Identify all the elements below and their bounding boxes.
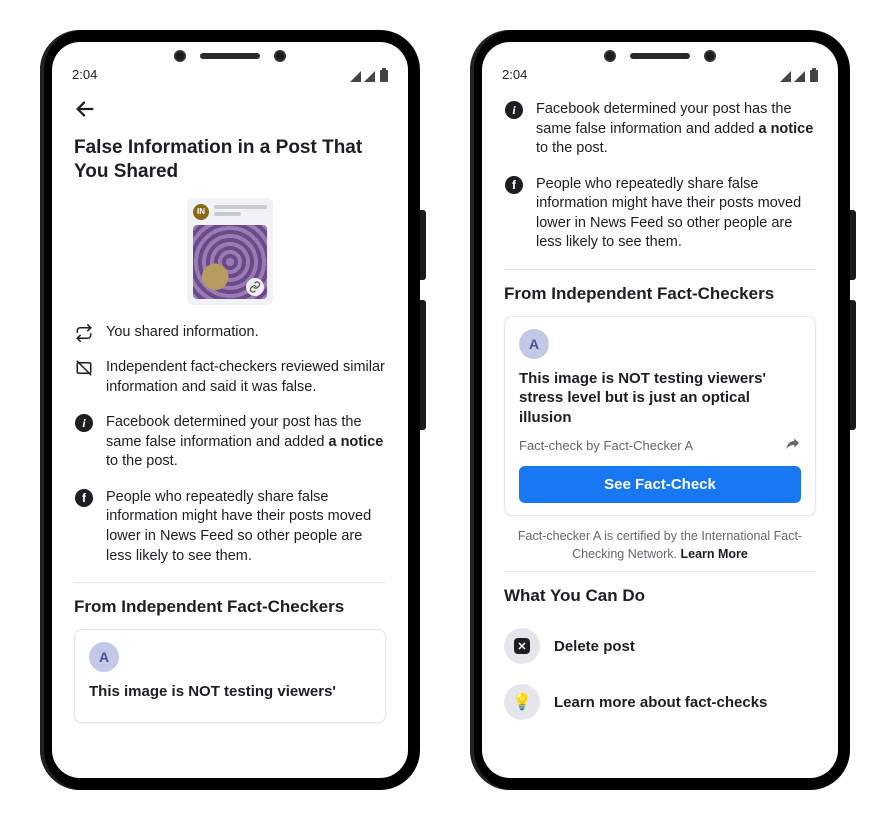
phone-notch <box>174 50 286 62</box>
info-row-repeat: f People who repeatedly share false info… <box>504 175 816 253</box>
info-row-shared: You shared information. <box>74 323 386 343</box>
battery-icon <box>810 70 818 82</box>
image-slash-icon <box>74 358 94 397</box>
info-icon: i <box>504 100 524 159</box>
status-time: 2:04 <box>502 67 527 82</box>
info-text: You shared information. <box>106 323 259 343</box>
wifi-icon <box>780 71 791 82</box>
delete-icon: ✕ <box>504 628 540 664</box>
retweet-icon <box>74 323 94 343</box>
section-fact-checkers: From Independent Fact-Checkers <box>74 597 386 617</box>
info-text: People who repeatedly share false inform… <box>536 175 816 253</box>
fact-check-byline: Fact-check by Fact-Checker A <box>519 438 693 453</box>
info-text: Facebook determined your post has the sa… <box>536 100 816 159</box>
action-label: Learn more about fact-checks <box>554 694 767 711</box>
info-row-notice: i Facebook determined your post has the … <box>74 413 386 472</box>
shared-post-thumbnail[interactable]: IN <box>187 198 273 305</box>
status-indicators <box>780 70 818 82</box>
fact-check-card[interactable]: A This image is NOT testing viewers' <box>74 629 386 723</box>
wifi-icon <box>350 71 361 82</box>
phone-screen: 2:04 i Facebook determined your post has… <box>482 42 838 778</box>
battery-icon <box>380 70 388 82</box>
fact-check-card: A This image is NOT testing viewers' str… <box>504 316 816 517</box>
info-text: Independent fact-checkers reviewed simil… <box>106 358 386 397</box>
divider <box>74 582 386 583</box>
info-icon: i <box>74 413 94 472</box>
info-row-reviewed: Independent fact-checkers reviewed simil… <box>74 358 386 397</box>
info-text: Facebook determined your post has the sa… <box>106 413 386 472</box>
fact-checker-avatar: A <box>89 642 119 672</box>
phone-screen: 2:04 False Information in a Post That Yo… <box>52 42 408 778</box>
learn-more-action[interactable]: 💡 Learn more about fact-checks <box>504 674 816 730</box>
phone-notch <box>604 50 716 62</box>
share-button[interactable] <box>785 435 801 456</box>
learn-more-link[interactable]: Learn More <box>680 547 747 561</box>
lightbulb-icon: 💡 <box>504 684 540 720</box>
status-time: 2:04 <box>72 67 97 82</box>
signal-icon <box>364 71 375 82</box>
info-text: People who repeatedly share false inform… <box>106 488 386 566</box>
fact-check-title: This image is NOT testing viewers' <box>89 682 371 702</box>
post-author-avatar: IN <box>193 204 209 220</box>
fact-check-title: This image is NOT testing viewers' stres… <box>519 369 801 428</box>
info-row-notice: i Facebook determined your post has the … <box>504 100 816 159</box>
status-bar: 2:04 <box>482 42 838 86</box>
fact-checker-avatar: A <box>519 329 549 359</box>
status-indicators <box>350 70 388 82</box>
back-button[interactable] <box>74 94 386 136</box>
certification-note: Fact-checker A is certified by the Inter… <box>508 528 812 563</box>
divider <box>504 571 816 572</box>
section-fact-checkers: From Independent Fact-Checkers <box>504 284 816 304</box>
share-icon <box>785 435 801 451</box>
page-title: False Information in a Post That You Sha… <box>74 136 386 184</box>
delete-post-action[interactable]: ✕ Delete post <box>504 618 816 674</box>
phone-mockup-right: 2:04 i Facebook determined your post has… <box>470 30 850 790</box>
info-row-repeat: f People who repeatedly share false info… <box>74 488 386 566</box>
link-icon <box>246 278 264 296</box>
facebook-icon: f <box>504 175 524 253</box>
action-label: Delete post <box>554 638 635 655</box>
status-bar: 2:04 <box>52 42 408 86</box>
divider <box>504 269 816 270</box>
post-image <box>193 225 267 299</box>
see-fact-check-button[interactable]: See Fact-Check <box>519 466 801 503</box>
arrow-left-icon <box>74 98 96 120</box>
post-text-placeholder <box>214 205 267 219</box>
facebook-icon: f <box>74 488 94 566</box>
section-what-you-can-do: What You Can Do <box>504 586 816 606</box>
phone-mockup-left: 2:04 False Information in a Post That Yo… <box>40 30 420 790</box>
signal-icon <box>794 71 805 82</box>
